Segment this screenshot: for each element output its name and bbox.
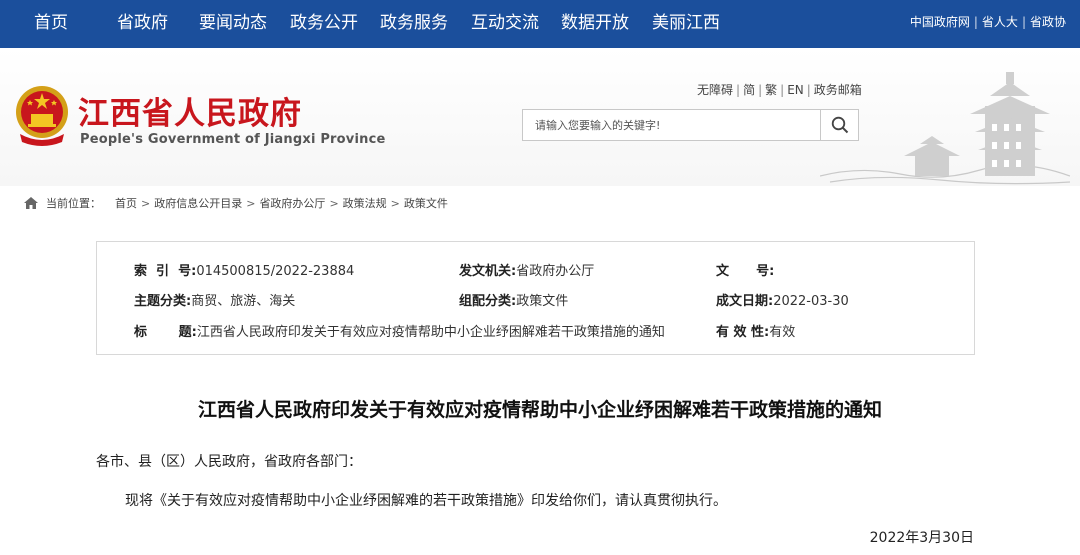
separator: |	[758, 83, 763, 97]
top-external-links: 中国政府网 | 省人大 | 省政协	[910, 0, 1066, 48]
breadcrumb-general-office[interactable]: 省政府办公厅	[259, 195, 325, 211]
link-china-gov[interactable]: 中国政府网	[910, 15, 970, 29]
separator: |	[736, 83, 741, 97]
nav-item-home[interactable]: 首页	[34, 0, 68, 48]
link-provincial-congress[interactable]: 省人大	[982, 15, 1018, 29]
separator: |	[1021, 15, 1026, 29]
breadcrumb-separator: >	[246, 196, 256, 210]
meta-index: 索 引 号: 014500815/2022-23884	[134, 260, 354, 279]
meta-validity: 有 效 性: 有效	[716, 321, 795, 340]
site-title-cn: 江西省人民政府	[78, 96, 302, 132]
breadcrumb: 当前位置： 首页 > 政府信息公开目录 > 省政府办公厅 > 政策法规 > 政策…	[24, 195, 448, 211]
breadcrumb-label: 当前位置：	[46, 197, 101, 210]
meta-issuer-label: 发文机关:	[459, 264, 517, 279]
separator: |	[973, 15, 978, 29]
meta-title-value: 江西省人民政府印发关于有效应对疫情帮助中小企业纾困解难若干政策措施的通知	[196, 325, 665, 340]
meta-issuer: 发文机关: 省政府办公厅	[459, 260, 594, 279]
nav-item-beautiful-jiangxi[interactable]: 美丽江西	[652, 0, 720, 48]
breadcrumb-separator: >	[141, 196, 151, 210]
breadcrumb-policy-docs[interactable]: 政策文件	[404, 195, 448, 211]
meta-date-label: 成文日期:	[716, 294, 774, 309]
nav-item-interaction[interactable]: 互动交流	[471, 0, 539, 48]
meta-topic-label: 主题分类:	[134, 294, 192, 309]
nav-item-news[interactable]: 要闻动态	[199, 0, 267, 48]
meta-index-value: 014500815/2022-23884	[196, 264, 355, 279]
link-accessibility[interactable]: 无障碍	[697, 83, 733, 97]
search-input[interactable]	[523, 110, 820, 140]
site-header: 江西省人民政府 People's Government of Jiangxi P…	[0, 48, 1080, 186]
meta-date: 成文日期: 2022-03-30	[716, 290, 849, 309]
article-salutation: 各市、县（区）人民政府，省政府各部门：	[96, 454, 362, 470]
national-emblem-icon	[16, 86, 68, 146]
separator: |	[806, 83, 811, 97]
meta-issuer-value: 省政府办公厅	[516, 264, 595, 279]
document-metadata-box: 索 引 号: 014500815/2022-23884 发文机关: 省政府办公厅…	[96, 241, 975, 355]
meta-topic: 主题分类: 商贸、旅游、海关	[134, 290, 295, 309]
site-title-en: People's Government of Jiangxi Province	[80, 132, 386, 147]
meta-title-label: 标 题:	[134, 325, 197, 340]
meta-topic-value: 商贸、旅游、海关	[191, 294, 296, 309]
article-body: 现将《关于有效应对疫情帮助中小企业纾困解难的若干政策措施》印发给你们，请认真贯彻…	[125, 493, 727, 509]
breadcrumb-separator: >	[329, 196, 339, 210]
separator: |	[780, 83, 785, 97]
article-date: 2022年3月30日	[869, 530, 974, 546]
link-simplified[interactable]: 简	[743, 83, 755, 97]
link-traditional[interactable]: 繁	[765, 83, 777, 97]
breadcrumb-separator: >	[390, 196, 400, 210]
top-nav-bar: 首页 省政府 要闻动态 政务公开 政务服务 互动交流 数据开放 美丽江西 中国政…	[0, 0, 1080, 48]
meta-doc-number-label: 文 号:	[716, 264, 775, 279]
home-icon	[24, 197, 38, 209]
meta-group: 组配分类: 政策文件	[459, 290, 568, 309]
meta-index-label: 索 引 号:	[134, 264, 197, 279]
meta-validity-label: 有 效 性:	[716, 325, 770, 340]
breadcrumb-info-catalog[interactable]: 政府信息公开目录	[154, 195, 242, 211]
link-provincial-cppcc[interactable]: 省政协	[1030, 15, 1066, 29]
nav-item-gov-affairs-open[interactable]: 政务公开	[290, 0, 358, 48]
article-title: 江西省人民政府印发关于有效应对疫情帮助中小企业纾困解难若干政策措施的通知	[197, 399, 882, 421]
meta-title: 标 题: 江西省人民政府印发关于有效应对疫情帮助中小企业纾困解难若干政策措施的通…	[134, 321, 665, 340]
link-english[interactable]: EN	[787, 83, 804, 97]
tengwang-pavilion-illustration	[820, 72, 1070, 185]
meta-doc-number: 文 号:	[716, 260, 774, 279]
breadcrumb-home[interactable]: 首页	[115, 195, 137, 211]
meta-group-label: 组配分类:	[459, 294, 517, 309]
search-box	[522, 109, 859, 141]
nav-item-province-gov[interactable]: 省政府	[117, 0, 168, 48]
meta-group-value: 政策文件	[516, 294, 569, 309]
meta-date-value: 2022-03-30	[773, 294, 849, 309]
meta-validity-value: 有效	[769, 325, 796, 340]
nav-item-open-data[interactable]: 数据开放	[561, 0, 629, 48]
nav-item-gov-services[interactable]: 政务服务	[380, 0, 448, 48]
breadcrumb-policies[interactable]: 政策法规	[343, 195, 387, 211]
